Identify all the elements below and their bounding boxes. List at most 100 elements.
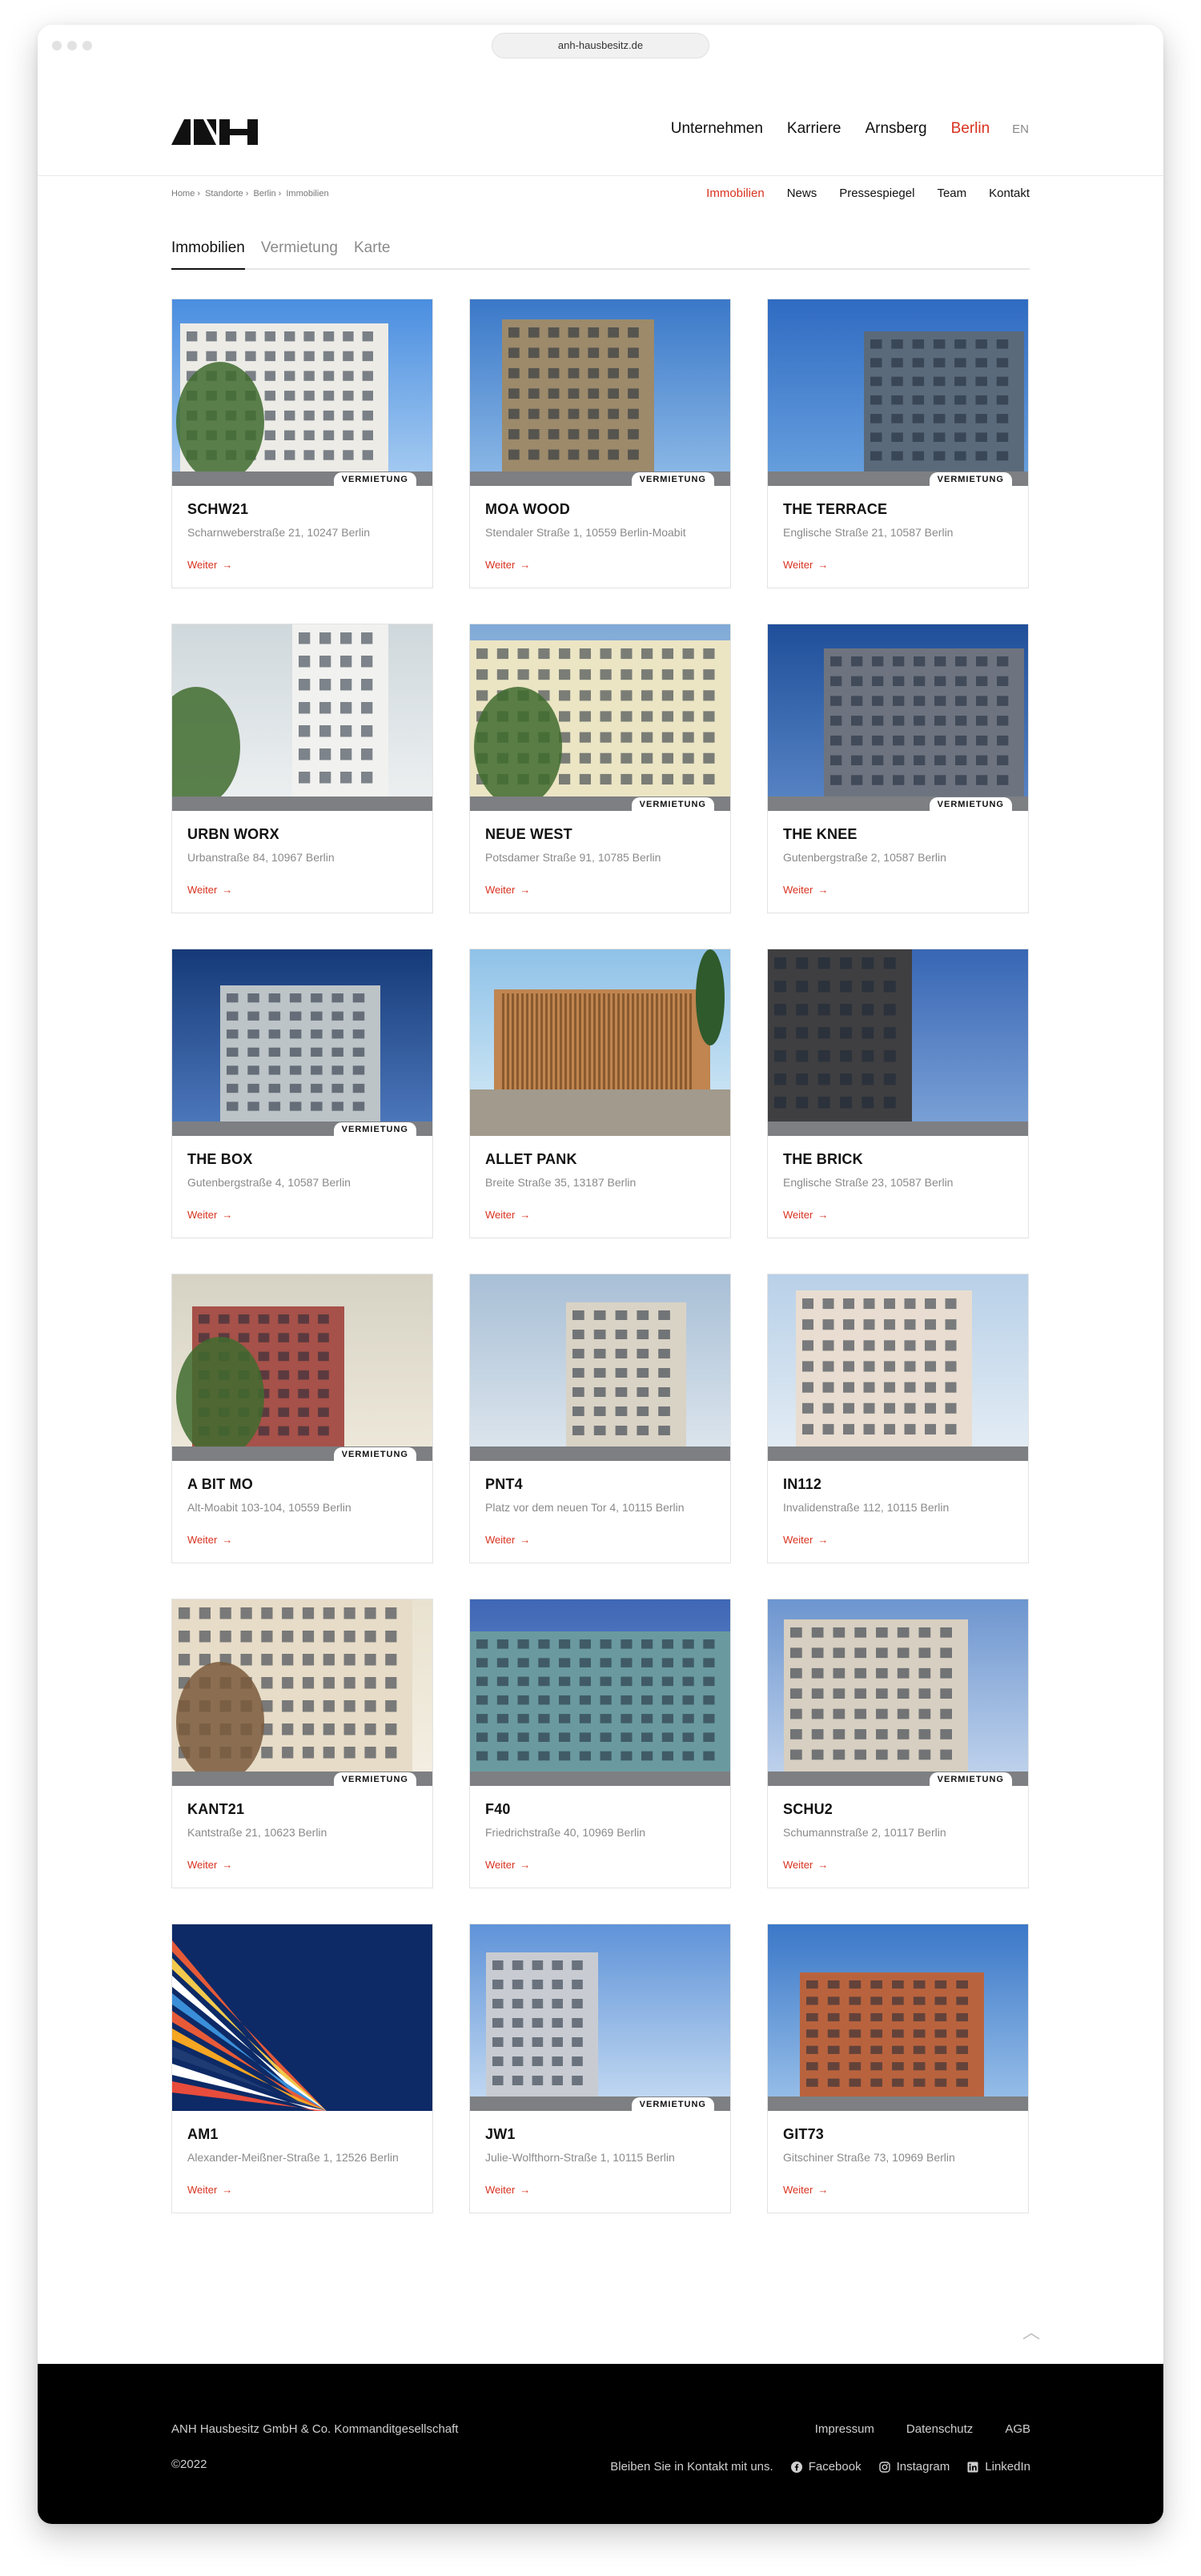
property-photo[interactable]: [768, 949, 1028, 1136]
weiter-link[interactable]: Weiter →: [783, 1209, 828, 1221]
property-card[interactable]: VERMIETUNG THE BOX Gutenbergstraße 4, 1058…: [171, 949, 433, 1238]
property-card[interactable]: GIT73 Gitschiner Straße 73, 10969 Berlin W…: [767, 1924, 1029, 2213]
tab-karte[interactable]: Karte: [354, 239, 390, 268]
property-card[interactable]: VERMIETUNG JW1 Julie-Wolfthorn-Straße 1, 1…: [469, 1924, 731, 2213]
language-switch[interactable]: EN: [1012, 122, 1029, 136]
property-photo[interactable]: VERMIETUNG: [768, 624, 1028, 811]
property-name[interactable]: IN112: [783, 1476, 821, 1493]
subnav-team[interactable]: Team: [937, 187, 966, 200]
window-maximize-dot[interactable]: [82, 41, 92, 50]
weiter-link[interactable]: Weiter →: [485, 1859, 530, 1871]
property-name[interactable]: MOA WOOD: [485, 501, 570, 518]
property-card[interactable]: VERMIETUNG NEUE WEST Potsdamer Straße 91, …: [469, 624, 731, 913]
anh-logo[interactable]: [171, 119, 258, 145]
property-card[interactable]: F40 Friedrichstraße 40, 10969 Berlin Weite…: [469, 1599, 731, 1888]
property-card[interactable]: VERMIETUNG THE TERRACE Englische Straße 21…: [767, 299, 1029, 588]
property-name[interactable]: KANT21: [187, 1801, 244, 1818]
weiter-link[interactable]: Weiter →: [783, 2184, 828, 2196]
property-name[interactable]: JW1: [485, 2126, 516, 2143]
property-card[interactable]: VERMIETUNG SCHW21 Scharnweberstraße 21, 10…: [171, 299, 433, 588]
property-photo[interactable]: VERMIETUNG: [172, 1274, 432, 1461]
tab-immobilien[interactable]: Immobilien: [171, 239, 245, 270]
breadcrumb-berlin[interactable]: Berlin: [254, 189, 276, 199]
weiter-link[interactable]: Weiter →: [783, 1859, 828, 1871]
nav-berlin[interactable]: Berlin: [951, 120, 990, 138]
property-card[interactable]: VERMIETUNG SCHU2 Schumannstraße 2, 10117 B…: [767, 1599, 1029, 1888]
weiter-link[interactable]: Weiter →: [485, 884, 530, 896]
property-photo[interactable]: VERMIETUNG: [768, 299, 1028, 486]
property-name[interactable]: GIT73: [783, 2126, 824, 2143]
property-card[interactable]: VERMIETUNG KANT21 Kantstraße 21, 10623 Ber…: [171, 1599, 433, 1888]
weiter-link[interactable]: Weiter →: [485, 1534, 530, 1546]
weiter-link[interactable]: Weiter →: [485, 559, 530, 571]
footer-impressum[interactable]: Impressum: [815, 2422, 874, 2436]
weiter-link[interactable]: Weiter →: [187, 1859, 232, 1871]
property-name[interactable]: SCHW21: [187, 501, 248, 518]
weiter-link[interactable]: Weiter →: [187, 1534, 232, 1546]
property-card[interactable]: VERMIETUNG MOA WOOD Stendaler Straße 1, 10…: [469, 299, 731, 588]
property-photo[interactable]: [172, 624, 432, 811]
property-card[interactable]: VERMIETUNG A BIT MO Alt-Moabit 103-104, 10…: [171, 1274, 433, 1563]
property-photo[interactable]: [768, 1924, 1028, 2111]
property-photo[interactable]: [172, 1924, 432, 2111]
property-name[interactable]: SCHU2: [783, 1801, 833, 1818]
nav-arnsberg[interactable]: Arnsberg: [865, 120, 926, 138]
facebook-link[interactable]: Facebook: [790, 2460, 862, 2474]
property-name[interactable]: PNT4: [485, 1476, 523, 1493]
subnav-immobilien[interactable]: Immobilien: [706, 187, 765, 200]
nav-unternehmen[interactable]: Unternehmen: [671, 120, 763, 138]
address-bar[interactable]: anh-hausbesitz.de: [492, 33, 709, 58]
property-name[interactable]: AM1: [187, 2126, 219, 2143]
subnav-pressespiegel[interactable]: Pressespiegel: [839, 187, 914, 200]
property-photo[interactable]: [768, 1274, 1028, 1461]
breadcrumb-home[interactable]: Home: [171, 189, 195, 199]
window-close-dot[interactable]: [52, 41, 62, 50]
property-photo[interactable]: [470, 1274, 730, 1461]
property-name[interactable]: THE BRICK: [783, 1151, 863, 1168]
weiter-link[interactable]: Weiter →: [783, 559, 828, 571]
footer-datenschutz[interactable]: Datenschutz: [906, 2422, 973, 2436]
scroll-to-top-icon[interactable]: ︿: [1022, 2318, 1040, 2344]
weiter-link[interactable]: Weiter →: [187, 884, 232, 896]
property-name[interactable]: THE BOX: [187, 1151, 252, 1168]
property-card[interactable]: VERMIETUNG THE KNEE Gutenbergstraße 2, 105…: [767, 624, 1029, 913]
property-photo[interactable]: VERMIETUNG: [470, 299, 730, 486]
property-photo[interactable]: VERMIETUNG: [470, 1924, 730, 2111]
property-name[interactable]: NEUE WEST: [485, 826, 572, 843]
property-name[interactable]: ALLET PANK: [485, 1151, 577, 1168]
property-card[interactable]: IN112 Invalidenstraße 112, 10115 Berlin We…: [767, 1274, 1029, 1563]
property-photo[interactable]: [470, 1599, 730, 1786]
weiter-link[interactable]: Weiter →: [485, 1209, 530, 1221]
window-minimize-dot[interactable]: [67, 41, 77, 50]
footer-agb[interactable]: AGB: [1005, 2422, 1030, 2436]
property-card[interactable]: AM1 Alexander-Meißner-Straße 1, 12526 Ber…: [171, 1924, 433, 2213]
property-name[interactable]: F40: [485, 1801, 511, 1818]
tab-vermietung[interactable]: Vermietung: [261, 239, 338, 268]
subnav-kontakt[interactable]: Kontakt: [989, 187, 1030, 200]
subnav-news[interactable]: News: [787, 187, 817, 200]
weiter-link[interactable]: Weiter →: [783, 884, 828, 896]
property-name[interactable]: URBN WORX: [187, 826, 279, 843]
weiter-link[interactable]: Weiter →: [485, 2184, 530, 2196]
property-card[interactable]: PNT4 Platz vor dem neuen Tor 4, 10115 Ber…: [469, 1274, 731, 1563]
property-name[interactable]: THE KNEE: [783, 826, 858, 843]
weiter-link[interactable]: Weiter →: [187, 1209, 232, 1221]
property-name[interactable]: A BIT MO: [187, 1476, 253, 1493]
weiter-link[interactable]: Weiter →: [783, 1534, 828, 1546]
property-photo[interactable]: VERMIETUNG: [172, 299, 432, 486]
property-card[interactable]: ALLET PANK Breite Straße 35, 13187 Berlin…: [469, 949, 731, 1238]
property-photo[interactable]: VERMIETUNG: [768, 1599, 1028, 1786]
property-name[interactable]: THE TERRACE: [783, 501, 887, 518]
property-photo[interactable]: [470, 949, 730, 1136]
weiter-link[interactable]: Weiter →: [187, 559, 232, 571]
property-photo[interactable]: VERMIETUNG: [470, 624, 730, 811]
nav-karriere[interactable]: Karriere: [787, 120, 842, 138]
breadcrumb-standorte[interactable]: Standorte: [205, 189, 243, 199]
weiter-link[interactable]: Weiter →: [187, 2184, 232, 2196]
property-photo[interactable]: VERMIETUNG: [172, 949, 432, 1136]
property-card[interactable]: URBN WORX Urbanstraße 84, 10967 Berlin Wei…: [171, 624, 433, 913]
instagram-link[interactable]: Instagram: [878, 2460, 950, 2474]
property-photo[interactable]: VERMIETUNG: [172, 1599, 432, 1786]
property-card[interactable]: THE BRICK Englische Straße 23, 10587 Berl…: [767, 949, 1029, 1238]
linkedin-link[interactable]: LinkedIn: [967, 2460, 1030, 2474]
